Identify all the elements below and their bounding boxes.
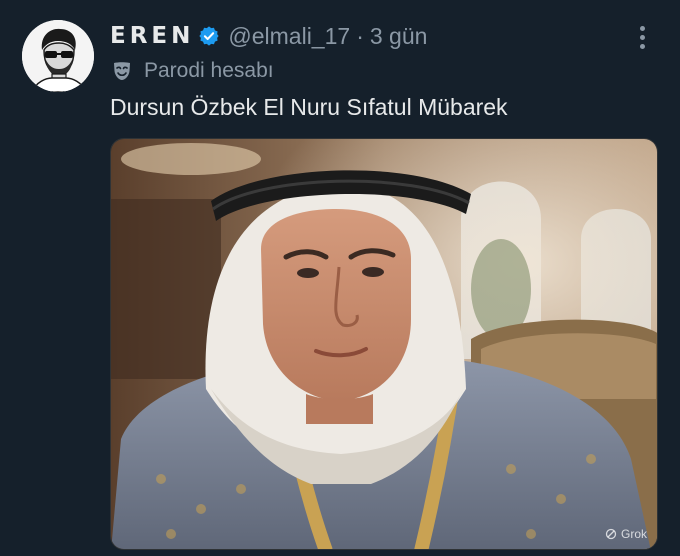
more-dot-icon: [639, 43, 645, 49]
tweet-media-image[interactable]: Grok: [110, 138, 658, 550]
portrait-illustration: [111, 139, 657, 549]
avatar[interactable]: [22, 20, 94, 92]
more-dot-icon: [639, 34, 645, 40]
grok-watermark: Grok: [605, 527, 647, 541]
verified-badge-icon: [198, 25, 220, 47]
separator-dot: ·: [356, 22, 364, 49]
tweet-text: Dursun Özbek El Nuru Sıfatul Mübarek: [110, 94, 508, 120]
display-name[interactable]: EREN: [110, 23, 194, 49]
grok-icon: [605, 528, 617, 540]
more-options-button[interactable]: [630, 22, 654, 52]
more-dot-icon: [639, 25, 645, 31]
theater-mask-icon: [110, 59, 134, 83]
timestamp[interactable]: 3 gün: [370, 23, 428, 50]
tweet-card: EREN @elmali_17 · 3 gün Parodi hesabı Du…: [0, 0, 680, 556]
user-handle[interactable]: @elmali_17: [228, 23, 350, 50]
avatar-illustration: [22, 20, 94, 92]
tweet-header: EREN @elmali_17 · 3 gün: [110, 20, 427, 52]
parody-label-row: Parodi hesabı: [110, 56, 274, 86]
parody-account-label: Parodi hesabı: [144, 59, 274, 82]
grok-watermark-label: Grok: [620, 527, 647, 541]
